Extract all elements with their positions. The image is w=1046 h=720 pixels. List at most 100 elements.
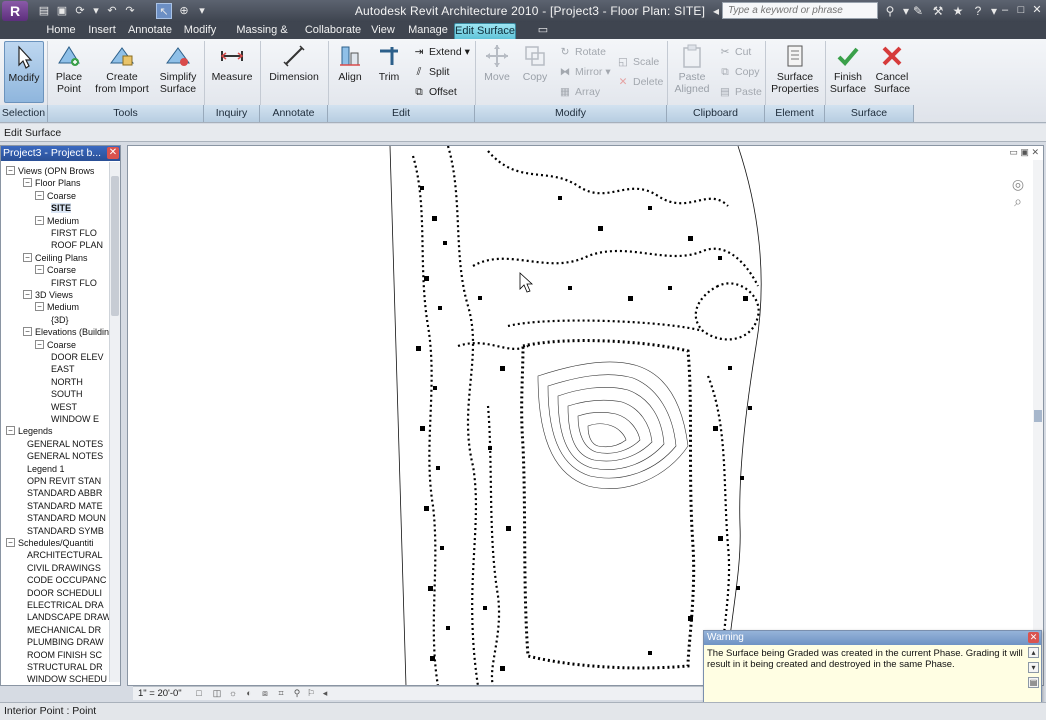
tree-item[interactable]: MECHANICAL DR (23, 624, 101, 636)
create-from-import-button[interactable]: Create from Import (92, 41, 152, 103)
tree-item[interactable]: − Elevations (Buildin (23, 326, 109, 338)
trim-button[interactable]: Trim (372, 41, 406, 103)
tree-item[interactable]: STANDARD SYMB (23, 525, 104, 537)
modify-button[interactable]: Modify (4, 41, 44, 103)
measure-qat-icon[interactable]: ⊕ (176, 3, 192, 19)
dimension-button[interactable]: Dimension (264, 41, 324, 103)
close-window-button[interactable]: ✕ (1030, 2, 1044, 18)
copy-button[interactable]: Copy (518, 41, 552, 103)
scale-button[interactable]: ◱ Scale (616, 53, 659, 71)
tree-item[interactable]: OPN REVIT STAN (23, 475, 101, 487)
finish-surface-button[interactable]: Finish Surface (828, 41, 868, 103)
tree-item[interactable]: CIVIL DRAWINGS (23, 562, 101, 574)
tree-item[interactable]: WEST (51, 401, 77, 413)
offset-button[interactable]: ⧉ Offset (412, 83, 457, 101)
tree-item[interactable]: WINDOW SCHEDU (23, 673, 107, 685)
tree-item[interactable]: −3D Views (23, 289, 73, 301)
tree-item[interactable]: GENERAL NOTES (23, 438, 103, 450)
tab-annotate[interactable]: Annotate (124, 23, 176, 39)
reveal-hidden-icon[interactable]: ⚐ (305, 687, 317, 700)
tree-item[interactable]: ROOF PLAN (51, 239, 103, 251)
tree-item[interactable]: WINDOW E (51, 413, 99, 425)
drawing-scroll-thumb[interactable] (1034, 410, 1042, 422)
tab-manage[interactable]: Manage (406, 23, 450, 39)
warning-expand-icon[interactable]: ▤ (1028, 677, 1039, 688)
cancel-surface-button[interactable]: Cancel Surface (872, 41, 912, 103)
simplify-surface-button[interactable]: Simplify Surface (156, 41, 200, 103)
copy-clipboard-button[interactable]: ⧉ Copy (718, 63, 759, 81)
tab-modify[interactable]: Modify (180, 23, 220, 39)
extend-button[interactable]: ⇥ Extend ▾ (412, 43, 470, 61)
maximize-view-icon[interactable]: ▣ (1020, 147, 1029, 157)
rotate-button[interactable]: ↻ Rotate (558, 43, 606, 61)
tree-item[interactable]: PLUMBING DRAW (23, 636, 104, 648)
tree-item[interactable]: FIRST FLO (51, 227, 97, 239)
align-button[interactable]: Align (332, 41, 368, 103)
delete-button[interactable]: ✕ Delete (616, 73, 664, 91)
tree-item[interactable]: − Ceiling Plans (23, 252, 88, 264)
tree-item[interactable]: ROOM FINISH SC (23, 649, 102, 661)
model-graphics-icon[interactable]: ◫ (211, 687, 223, 700)
tree-item[interactable]: {3D} (51, 314, 69, 326)
move-button[interactable]: Move (480, 41, 514, 103)
collapse-icon[interactable]: − (23, 327, 32, 337)
tree-item[interactable]: STANDARD MOUN (23, 512, 106, 524)
measure-button[interactable]: Measure (208, 41, 256, 103)
help-search-input[interactable] (722, 2, 878, 19)
tree-item[interactable]: SITE (51, 202, 72, 214)
topography-site-plan[interactable] (128, 146, 1028, 686)
close-icon[interactable]: ✕ (107, 147, 119, 159)
tree-item[interactable]: STRUCTURAL DR (23, 661, 103, 673)
tab-insert[interactable]: Insert (84, 23, 120, 39)
tree-item[interactable]: − Medium (35, 215, 79, 227)
close-icon[interactable]: ✕ (1028, 632, 1039, 643)
paste-aligned-button[interactable]: Paste Aligned (672, 41, 712, 103)
help-icon[interactable]: ? (970, 3, 986, 19)
tab-massing-site[interactable]: Massing & Site (226, 23, 298, 51)
detail-level-icon[interactable]: □ (193, 687, 205, 700)
sun-path-icon[interactable]: ☼ (227, 687, 239, 700)
open-icon[interactable]: ▤ (36, 3, 52, 19)
favorites-star-icon[interactable]: ★ (950, 3, 966, 19)
tree-item[interactable]: SOUTH (51, 388, 83, 400)
tree-item[interactable]: ELECTRICAL DRA (23, 599, 104, 611)
steering-wheel-icon[interactable]: ◎ (1007, 176, 1029, 193)
scroll-left-icon[interactable]: ◂ (319, 687, 331, 700)
paste-button[interactable]: ▤ Paste (718, 83, 762, 101)
close-view-icon[interactable]: ✕ (1031, 147, 1039, 157)
collapse-icon[interactable]: − (6, 426, 15, 436)
show-crop-icon[interactable]: ⌗ (275, 687, 287, 700)
tree-item[interactable]: ARCHITECTURAL (23, 549, 103, 561)
tree-item[interactable]: NORTH (51, 376, 83, 388)
collapse-icon[interactable]: − (23, 252, 32, 262)
hide-isolate-icon[interactable]: ⚲ (291, 687, 303, 700)
restore-icon[interactable]: ▭ (1009, 147, 1018, 157)
tree-item[interactable]: DOOR ELEV (51, 351, 104, 363)
tree-item[interactable]: STANDARD MATE (23, 500, 103, 512)
maximize-button[interactable]: □ (1014, 2, 1028, 18)
tree-item[interactable]: FIRST FLO (51, 277, 97, 289)
tree-scroll-thumb[interactable] (111, 176, 119, 316)
tree-item[interactable]: Legend 1 (23, 463, 65, 475)
undo-icon[interactable]: ↶ (104, 3, 120, 19)
tab-view[interactable]: View (367, 23, 399, 39)
collapse-icon[interactable]: − (35, 265, 44, 275)
dropdown-icon[interactable]: ▾ (88, 3, 104, 19)
tree-item[interactable]: CODE OCCUPANC (23, 574, 106, 586)
drawing-area[interactable]: ▭ ▣ ✕ ◎ ⌕ (127, 145, 1044, 686)
mirror-button[interactable]: ⧓ Mirror ▾ (558, 63, 611, 81)
select-cursor-icon[interactable]: ↖ (156, 3, 172, 19)
tree-item[interactable]: − Schedules/Quantiti (6, 537, 94, 549)
tree-item[interactable]: − Coarse (35, 339, 76, 351)
place-point-button[interactable]: Place Point (50, 41, 88, 103)
tree-item[interactable]: GENERAL NOTES (23, 450, 103, 462)
tree-item[interactable]: − Floor Plans (23, 177, 81, 189)
zoom-icon[interactable]: ⌕ (1007, 193, 1029, 210)
cut-button[interactable]: ✂ Cut (718, 43, 752, 61)
customize-qat-icon[interactable]: ▾ (194, 3, 210, 19)
tree-item[interactable]: LANDSCAPE DRAW (23, 611, 109, 623)
tree-item[interactable]: EAST (51, 363, 75, 375)
crop-view-icon[interactable]: ⧈ (259, 687, 271, 700)
surface-properties-button[interactable]: Surface Properties (768, 41, 822, 103)
tree-scrollbar[interactable] (109, 162, 120, 682)
